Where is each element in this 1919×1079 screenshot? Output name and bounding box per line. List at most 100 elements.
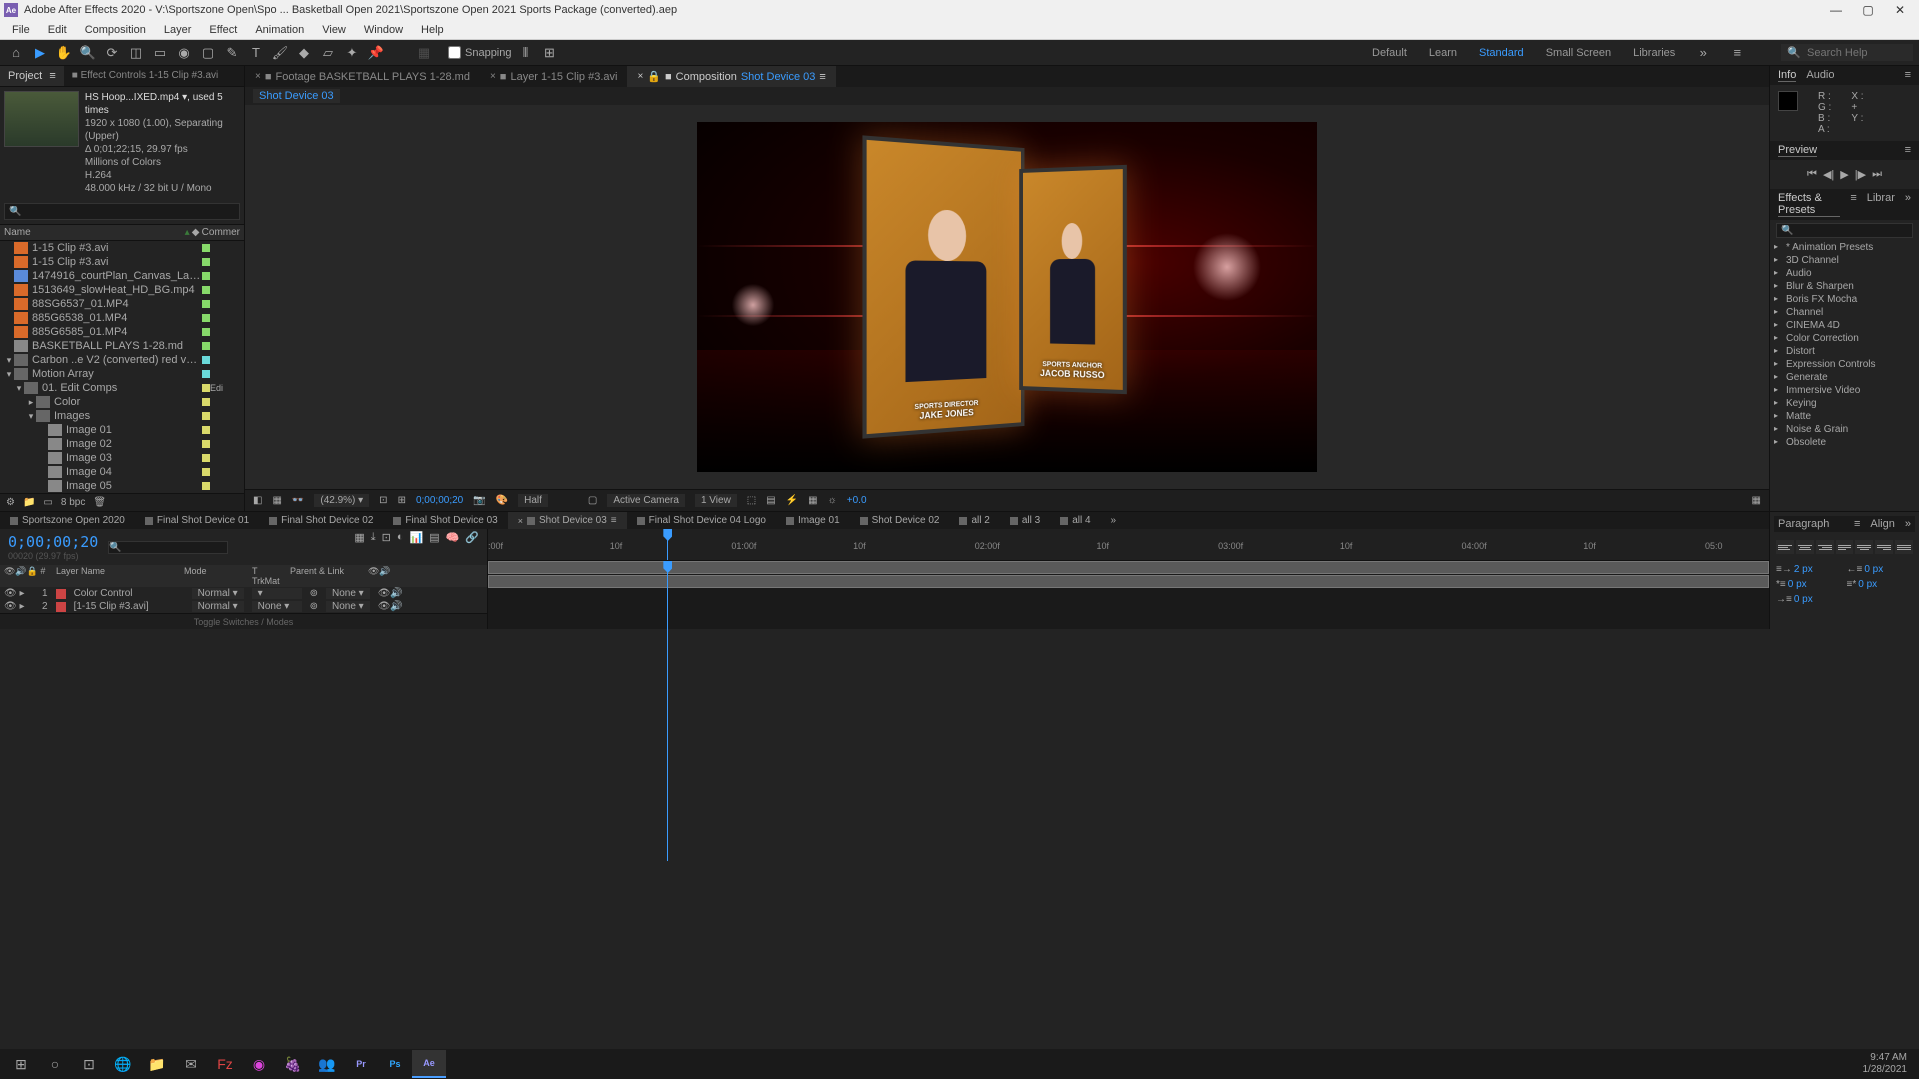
project-item[interactable]: 88SG6537_01.MP4: [0, 297, 244, 311]
effect-category[interactable]: Noise & Grain: [1770, 423, 1919, 436]
pan-behind-tool[interactable]: ◉: [174, 43, 194, 63]
tab-effects[interactable]: Effects & Presets: [1778, 192, 1840, 217]
tab-effect-controls[interactable]: ■ Effect Controls 1-15 Clip #3.avi: [64, 66, 227, 86]
indent-control[interactable]: ←≡ 0 px: [1847, 564, 1914, 575]
effect-category[interactable]: Boris FX Mocha: [1770, 293, 1919, 306]
viewer-tab[interactable]: ×■Layer 1-15 Clip #3.avi: [480, 66, 628, 87]
effect-category[interactable]: Channel: [1770, 306, 1919, 319]
project-item[interactable]: 885G6538_01.MP4: [0, 311, 244, 325]
menu-effect[interactable]: Effect: [201, 22, 245, 38]
track-bar-2[interactable]: [488, 575, 1769, 588]
timeline-search-input[interactable]: [108, 541, 228, 554]
minimize-button[interactable]: —: [1829, 3, 1843, 17]
effect-category[interactable]: Blur & Sharpen: [1770, 280, 1919, 293]
menu-layer[interactable]: Layer: [156, 22, 200, 38]
project-item[interactable]: ▾Motion Array: [0, 367, 244, 381]
workspace-default[interactable]: Default: [1368, 47, 1411, 59]
eraser-tool[interactable]: ▱: [318, 43, 338, 63]
hand-tool[interactable]: ✋: [54, 43, 74, 63]
taskbar-aftereffects[interactable]: Ae: [412, 1050, 446, 1078]
region-icon[interactable]: ▢: [588, 495, 597, 506]
folder-icon[interactable]: 📁: [23, 497, 35, 508]
project-item[interactable]: 1-15 Clip #3.avi: [0, 241, 244, 255]
indent-control[interactable]: ≡* 0 px: [1847, 579, 1914, 590]
exposure-value[interactable]: +0.0: [847, 495, 867, 506]
snapping-checkbox[interactable]: [448, 46, 461, 59]
comp-icon[interactable]: ▭: [43, 497, 52, 508]
effect-category[interactable]: Matte: [1770, 410, 1919, 423]
grid-icon[interactable]: ⊞: [398, 495, 406, 506]
project-file-list[interactable]: 1-15 Clip #3.avi1-15 Clip #3.avi1474916_…: [0, 241, 244, 493]
menu-view[interactable]: View: [314, 22, 354, 38]
timeline-tracks[interactable]: :00f10f01:00f10f02:00f10f03:00f10f04:00f…: [488, 529, 1769, 629]
motion-blur-icon[interactable]: ◐: [397, 531, 404, 563]
clone-tool[interactable]: ◆: [294, 43, 314, 63]
effect-category[interactable]: Generate: [1770, 371, 1919, 384]
brain-icon[interactable]: 🧠: [446, 531, 460, 563]
menu-help[interactable]: Help: [413, 22, 452, 38]
tab-libraries[interactable]: Librar: [1867, 192, 1895, 217]
menu-window[interactable]: Window: [356, 22, 411, 38]
effect-category[interactable]: Distort: [1770, 345, 1919, 358]
align-right-button[interactable]: [1816, 540, 1834, 554]
timeline-toggle[interactable]: Toggle Switches / Modes: [0, 613, 487, 629]
interpret-icon[interactable]: ⚙: [6, 497, 15, 508]
taskbar-chrome[interactable]: 🌐: [106, 1050, 140, 1078]
tab-paragraph[interactable]: Paragraph: [1778, 518, 1829, 530]
viewer-menu-icon[interactable]: ▦: [1752, 495, 1761, 506]
transparent-icon[interactable]: ▦: [808, 495, 817, 506]
prev-frame-button[interactable]: ◀|: [1823, 168, 1834, 181]
viewer-tab[interactable]: ×■Footage BASKETBALL PLAYS 1-28.md: [245, 66, 480, 87]
viewer-timecode[interactable]: 0;00;00;20: [416, 495, 463, 506]
task-view-button[interactable]: ⊡: [72, 1050, 106, 1078]
effect-category[interactable]: * Animation Presets: [1770, 241, 1919, 254]
project-item[interactable]: Image 02: [0, 437, 244, 451]
alpha-icon[interactable]: ◧: [253, 495, 262, 506]
timeline-tab[interactable]: Final Shot Device 03: [383, 512, 507, 529]
taskbar-premiere[interactable]: Pr: [344, 1050, 378, 1078]
maximize-button[interactable]: ▢: [1861, 3, 1875, 17]
project-item[interactable]: 1474916_courtPlan_Canvas_Landscape.jpg: [0, 269, 244, 283]
timeline-tab[interactable]: Final Shot Device 01: [135, 512, 259, 529]
system-clock[interactable]: 9:47 AM 1/28/2021: [1863, 1052, 1916, 1076]
justify-all-button[interactable]: [1895, 540, 1913, 554]
pen-tool[interactable]: ✎: [222, 43, 242, 63]
project-item[interactable]: ▾Carbon ..e V2 (converted) red version.a…: [0, 353, 244, 367]
project-item[interactable]: Image 05: [0, 479, 244, 493]
draft3d-icon[interactable]: ▤: [429, 531, 439, 563]
playhead[interactable]: [667, 529, 668, 560]
timeline-layers[interactable]: 👁 ▸1Color ControlNormal ▾ ▾⊚None ▾👁🔊👁 ▸2…: [0, 587, 487, 613]
3d-icon[interactable]: ⬚: [747, 495, 756, 506]
workspace-learn[interactable]: Learn: [1425, 47, 1461, 59]
taskbar-photoshop[interactable]: Ps: [378, 1050, 412, 1078]
zoom-tool[interactable]: 🔍: [78, 43, 98, 63]
project-item[interactable]: BASKETBALL PLAYS 1-28.md: [0, 339, 244, 353]
project-item[interactable]: ▸Color: [0, 395, 244, 409]
view-select[interactable]: 1 View: [695, 494, 737, 507]
project-item[interactable]: 885G6585_01.MP4: [0, 325, 244, 339]
camera-select[interactable]: Active Camera: [607, 494, 685, 507]
workspace-overflow-icon[interactable]: »: [1693, 43, 1713, 63]
workspace-standard[interactable]: Standard: [1475, 47, 1528, 59]
trash-icon[interactable]: 🗑: [93, 497, 106, 508]
shy-icon[interactable]: ⤓: [371, 531, 376, 563]
menu-file[interactable]: File: [4, 22, 38, 38]
timeline-tab[interactable]: all 4: [1050, 512, 1100, 529]
comp-mini-icon[interactable]: ▦: [354, 531, 364, 563]
justify-last-right-button[interactable]: [1875, 540, 1893, 554]
search-help-box[interactable]: 🔍: [1781, 44, 1913, 61]
effect-category[interactable]: Audio: [1770, 267, 1919, 280]
project-item[interactable]: Image 04: [0, 465, 244, 479]
tab-project[interactable]: Project ≡: [0, 66, 64, 86]
timeline-tab[interactable]: all 2: [949, 512, 999, 529]
taskbar-filezilla[interactable]: Fz: [208, 1050, 242, 1078]
timeline-tab[interactable]: Sportszone Open 2020: [0, 512, 135, 529]
selection-tool[interactable]: ▶: [30, 43, 50, 63]
graph-icon[interactable]: 📊: [409, 531, 423, 563]
effects-list[interactable]: * Animation Presets3D ChannelAudioBlur &…: [1770, 241, 1919, 511]
rect-tool[interactable]: ▢: [198, 43, 218, 63]
taskbar-app2[interactable]: 🍇: [276, 1050, 310, 1078]
effect-category[interactable]: Color Correction: [1770, 332, 1919, 345]
frame-blend-icon[interactable]: ⊡: [382, 531, 391, 563]
attach-icon[interactable]: 🔗: [465, 531, 479, 563]
